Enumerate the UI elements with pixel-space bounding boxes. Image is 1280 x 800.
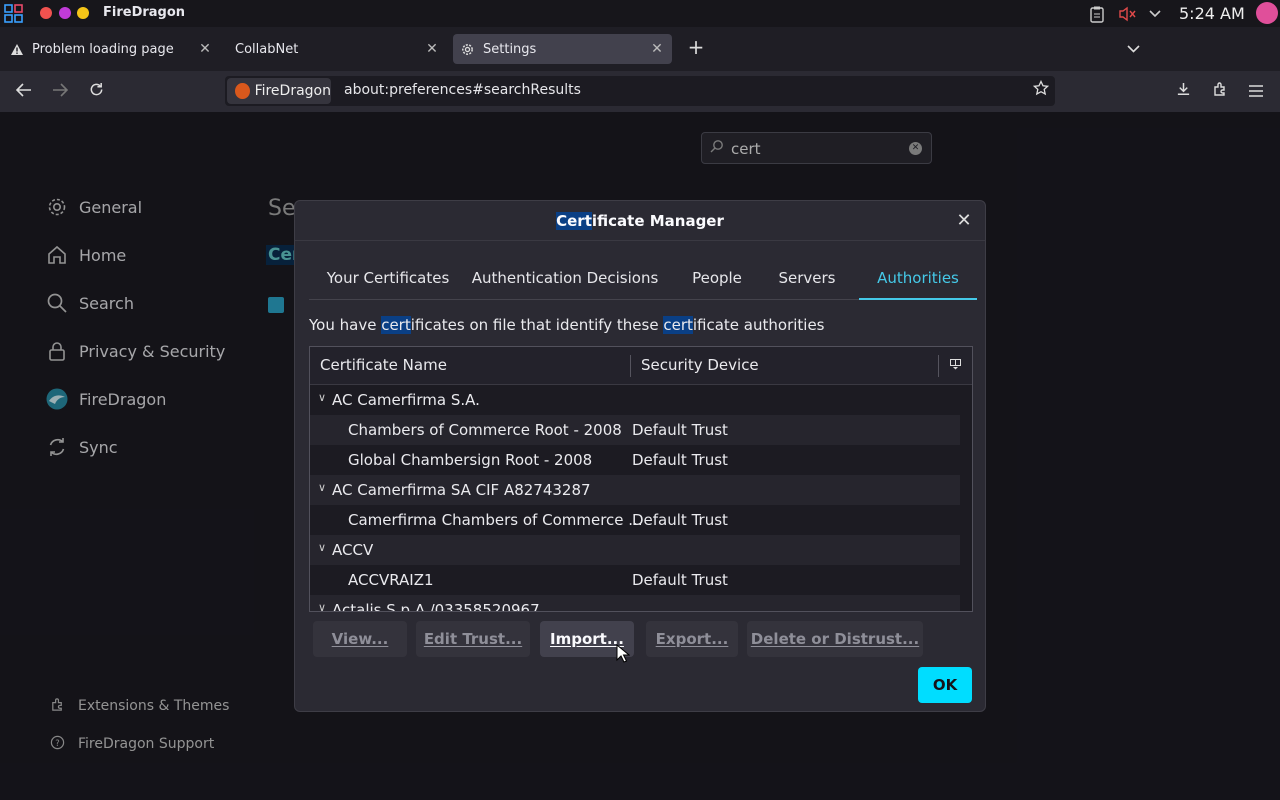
cert-group-name: ACCV [332,541,374,559]
window-close-dot[interactable] [40,7,52,19]
firedragon-logo-icon [235,83,250,99]
tree-header: Certificate Name Security Device [310,347,972,385]
title-rest: ificate Manager [591,212,724,230]
new-tab-plus-icon[interactable]: + [684,35,708,63]
list-all-tabs-chevron-icon[interactable] [1120,35,1146,63]
url-bar[interactable]: FireDragon about:preferences#searchResul… [225,76,1055,106]
desc-text: ificate authorities [692,316,825,334]
certificate-tree[interactable]: Certificate Name Security Device ∨ AC Ca… [309,346,973,612]
column-picker-icon[interactable] [950,359,962,371]
tree-cert-row[interactable]: Camerfirma Chambers of Commerce ... Defa… [310,505,960,535]
tab-close-icon[interactable]: ✕ [196,40,214,58]
window-maximize-dot[interactable] [59,7,71,19]
ok-button[interactable]: OK [918,667,972,703]
gear-icon [462,43,473,55]
tab-authorities[interactable]: Authorities [859,257,977,300]
cert-name: Camerfirma Chambers of Commerce ... [348,511,643,529]
back-arrow-icon[interactable] [11,79,37,105]
navigation-toolbar: FireDragon about:preferences#searchResul… [0,71,1280,112]
tree-cert-row[interactable]: Chambers of Commerce Root - 2008 Default… [310,415,960,445]
column-divider[interactable] [630,355,631,377]
certificate-tabs: Your Certificates Authentication Decisio… [309,257,977,300]
tab-label: Settings [483,41,537,57]
mouse-cursor-icon [616,644,630,663]
cert-device: Default Trust [632,571,728,589]
cert-group-name: AC Camerfirma SA CIF A82743287 [332,481,591,499]
certificate-manager-dialog: Certificate Manager ✕ Your Certificates … [294,200,986,712]
tab-settings[interactable]: Settings ✕ [453,34,672,64]
title-highlight: Cert [556,212,592,230]
tab-your-certificates[interactable]: Your Certificates [315,257,461,300]
cert-name: Chambers of Commerce Root - 2008 [348,421,622,439]
view-button[interactable]: View... [313,621,407,657]
cert-device: Default Trust [632,421,728,439]
desc-highlight: cert [381,316,411,334]
app-launcher-icon[interactable] [4,4,24,24]
cert-group-name: AC Camerfirma S.A. [332,391,480,409]
extensions-icon[interactable] [1207,79,1233,105]
tab-people[interactable]: People [680,257,754,300]
tab-label: Problem loading page [32,41,174,57]
column-divider[interactable] [938,355,939,377]
chevron-down-icon[interactable]: ∨ [318,391,326,404]
desc-text: You have [309,316,382,334]
tab-authentication-decisions[interactable]: Authentication Decisions [467,257,663,300]
cert-device: Default Trust [632,511,728,529]
cert-group-name: Actalis S.p.A./03358520967 [332,601,540,612]
desc-text: ificates on file that identify these [410,316,664,334]
window-minimize-dot[interactable] [77,7,89,19]
reload-icon[interactable] [83,79,109,105]
tree-group-row[interactable]: ∨ AC Camerfirma S.A. [310,385,960,415]
clock[interactable]: 5:24 AM [1179,4,1245,23]
tree-cert-row[interactable]: ACCVRAIZ1 Default Trust [310,565,960,595]
tree-group-row[interactable]: ∨ Actalis S.p.A./03358520967 [310,595,960,612]
chevron-down-icon[interactable]: ∨ [318,481,326,494]
clipboard-icon[interactable] [1088,4,1106,24]
tree-group-row[interactable]: ∨ AC Camerfirma SA CIF A82743287 [310,475,960,505]
chevron-down-icon[interactable]: ∨ [318,541,326,554]
cert-name: ACCVRAIZ1 [348,571,434,589]
tab-strip: Problem loading page ✕ CollabNet ✕ Setti… [0,27,1280,71]
os-top-bar: FireDragon 5:24 AM [0,0,1280,27]
cert-device: Default Trust [632,451,728,469]
dialog-title: Certificate Manager [295,201,985,241]
edit-trust-button[interactable]: Edit Trust... [416,621,530,657]
tab-collabnet[interactable]: CollabNet ✕ [227,34,447,64]
column-certificate-name[interactable]: Certificate Name [320,356,447,374]
tab-label: CollabNet [235,41,299,57]
app-menu-hamburger-icon[interactable] [1243,79,1269,105]
chevron-down-icon[interactable]: ∨ [318,601,326,611]
user-avatar[interactable] [1256,2,1278,24]
desc-highlight: cert [663,316,693,334]
cert-name: Global Chambersign Root - 2008 [348,451,593,469]
bookmark-star-icon[interactable] [1032,79,1050,100]
warning-icon [11,43,23,55]
close-icon[interactable]: ✕ [953,210,975,232]
column-security-device[interactable]: Security Device [641,356,759,374]
downloads-icon[interactable] [1170,79,1196,105]
tree-group-row[interactable]: ∨ ACCV [310,535,960,565]
tab-servers[interactable]: Servers [769,257,845,300]
identity-label: FireDragon [254,83,331,99]
delete-distrust-button[interactable]: Delete or Distrust... [747,621,923,657]
chevron-down-icon[interactable] [1146,4,1164,24]
tree-cert-row[interactable]: Global Chambersign Root - 2008 Default T… [310,445,960,475]
forward-arrow-icon[interactable] [47,79,73,105]
window-title: FireDragon [103,5,186,20]
url-text[interactable]: about:preferences#searchResults [344,82,581,98]
export-button[interactable]: Export... [646,621,738,657]
tab-close-icon[interactable]: ✕ [648,40,666,58]
identity-box[interactable]: FireDragon [227,78,331,104]
volume-muted-icon[interactable] [1117,4,1137,24]
tab-problem-loading[interactable]: Problem loading page ✕ [4,34,220,64]
tab-close-icon[interactable]: ✕ [423,40,441,58]
authorities-description: You have certificates on file that ident… [309,316,825,334]
